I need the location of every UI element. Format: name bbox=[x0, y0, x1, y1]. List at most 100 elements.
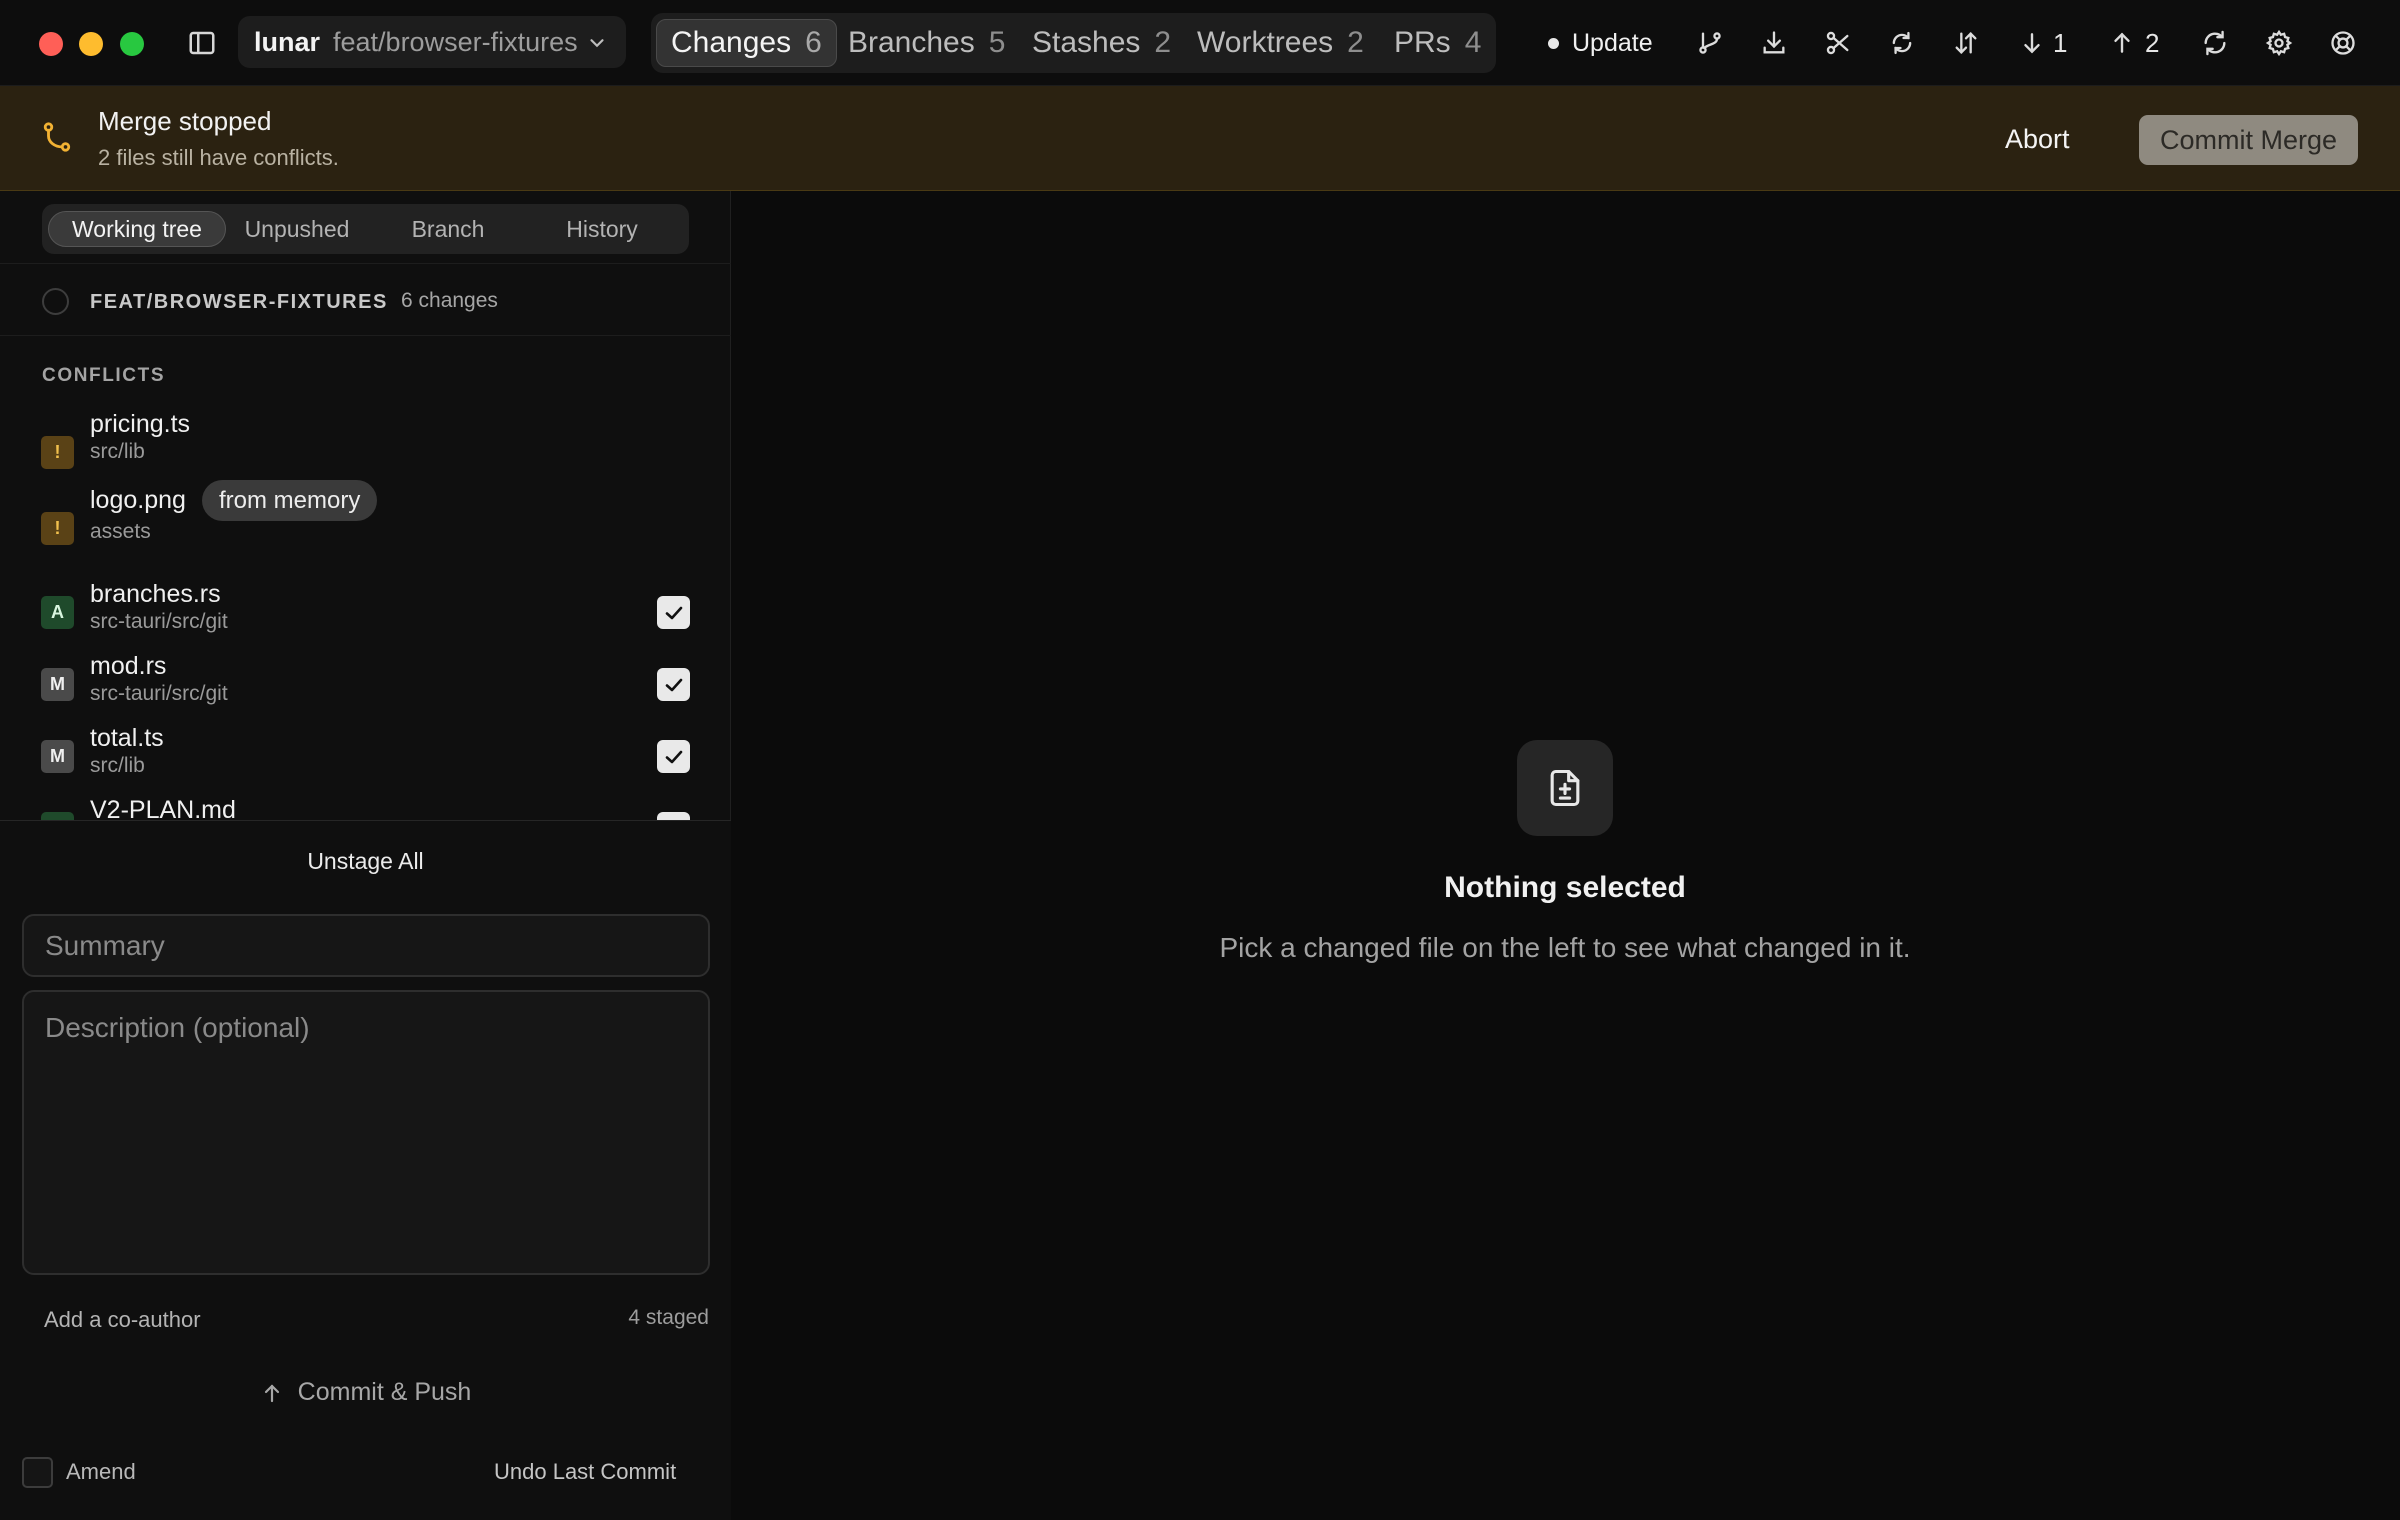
banner-title: Merge stopped bbox=[98, 106, 272, 136]
undo-last-commit-button[interactable]: Undo Last Commit bbox=[494, 1459, 676, 1485]
download-icon[interactable] bbox=[1756, 25, 1792, 61]
tab-count: 2 bbox=[1347, 26, 1364, 59]
arrow-down-icon[interactable] bbox=[2014, 25, 2050, 61]
arrow-up-icon bbox=[264, 1383, 279, 1402]
close-window-button[interactable] bbox=[39, 32, 63, 56]
tab-label: PRs bbox=[1394, 26, 1451, 59]
amend-label: Amend bbox=[66, 1459, 136, 1484]
tab-count: 5 bbox=[988, 26, 1006, 59]
tab-stashes[interactable]: Stashes 2 bbox=[1032, 19, 1171, 67]
repo-name: lunar bbox=[254, 26, 321, 57]
abort-merge-button[interactable]: Abort bbox=[2005, 117, 2070, 161]
view-tabs: Changes 6 Branches 5 Stashes 2 Worktrees 2 P… bbox=[651, 13, 1496, 73]
file-row-total-ts[interactable]: M total.ts src/lib bbox=[0, 724, 731, 784]
branch-icon[interactable] bbox=[1692, 25, 1728, 61]
merge-icon bbox=[40, 120, 76, 156]
tab-changes[interactable]: Changes 6 bbox=[656, 19, 837, 67]
chevron-down-icon bbox=[586, 30, 608, 61]
stage-checkbox[interactable] bbox=[657, 668, 690, 701]
sidebar-toggle-icon[interactable] bbox=[184, 25, 220, 61]
diff-pane bbox=[732, 191, 2400, 1520]
commit-merge-button[interactable]: Commit Merge bbox=[2139, 115, 2358, 165]
tab-label: Changes bbox=[671, 26, 792, 59]
commit-push-label: Commit & Push bbox=[297, 1378, 472, 1406]
modified-badge: M bbox=[41, 668, 74, 701]
stage-checkbox[interactable] bbox=[657, 812, 690, 820]
update-button[interactable]: Update bbox=[1548, 24, 1653, 62]
file-path: src/lib bbox=[90, 754, 145, 777]
file-path: src-tauri/src/git bbox=[90, 682, 228, 705]
file-row-v2-plan-md[interactable]: A V2-PLAN.md bbox=[0, 796, 731, 820]
description-input[interactable] bbox=[22, 990, 710, 1275]
tab-label: Stashes bbox=[1032, 26, 1141, 59]
conflict-badge: ! bbox=[41, 512, 74, 545]
file-row-logo-png[interactable]: ! logo.png from memory assets bbox=[0, 476, 731, 545]
title-bar: lunar feat/browser-fixtures Changes 6 Bra… bbox=[0, 0, 2400, 86]
swap-vertical-icon[interactable] bbox=[1948, 25, 1984, 61]
tab-count: 2 bbox=[1154, 26, 1172, 59]
tab-branches[interactable]: Branches 5 bbox=[848, 19, 1005, 67]
tab-label: Branches bbox=[848, 26, 975, 59]
banner-subtitle: 2 files still have conflicts. bbox=[98, 145, 339, 170]
file-path: src-tauri/src/git bbox=[90, 610, 228, 633]
commit-and-push-button[interactable]: Commit & Push bbox=[0, 1378, 731, 1407]
conflicts-heading: CONFLICTS bbox=[42, 365, 166, 386]
tab-label: Worktrees bbox=[1197, 26, 1334, 59]
file-name: branches.rs bbox=[90, 580, 221, 608]
tab-prs[interactable]: PRs 4 bbox=[1394, 19, 1481, 67]
update-label: Update bbox=[1572, 28, 1653, 57]
file-row-mod-rs[interactable]: M mod.rs src-tauri/src/git bbox=[0, 652, 731, 712]
file-name: pricing.ts bbox=[90, 410, 191, 438]
file-path: src/lib bbox=[90, 440, 145, 463]
current-branch: feat/browser-fixtures bbox=[333, 26, 578, 57]
segment-branch[interactable]: Branch bbox=[388, 211, 508, 247]
stage-checkbox[interactable] bbox=[657, 596, 690, 629]
help-lifebuoy-icon[interactable] bbox=[2325, 25, 2361, 61]
arrow-up-icon[interactable] bbox=[2104, 25, 2140, 61]
from-memory-chip: from memory bbox=[202, 480, 378, 521]
checkmark-icon bbox=[665, 606, 682, 619]
add-coauthor-link[interactable]: Add a co-author bbox=[44, 1307, 201, 1333]
file-name: V2-PLAN.md bbox=[90, 796, 236, 820]
stage-checkbox[interactable] bbox=[657, 740, 690, 773]
file-diff-icon bbox=[1517, 740, 1613, 836]
sync-icon[interactable] bbox=[1884, 25, 1920, 61]
amend-checkbox[interactable] bbox=[22, 1457, 53, 1488]
changed-files-list: ! pricing.ts src/lib ! logo.png from mem… bbox=[0, 400, 731, 820]
file-row-branches-rs[interactable]: A branches.rs src-tauri/src/git bbox=[0, 580, 731, 640]
empty-state-subtitle: Pick a changed file on the left to see w… bbox=[1219, 932, 1911, 963]
change-count: 6 changes bbox=[401, 289, 498, 312]
added-badge: A bbox=[41, 812, 74, 820]
segment-working-tree[interactable]: Working tree bbox=[48, 211, 226, 247]
file-name: total.ts bbox=[90, 724, 164, 752]
minimize-window-button[interactable] bbox=[79, 32, 103, 56]
tab-worktrees[interactable]: Worktrees 2 bbox=[1197, 19, 1364, 67]
staged-count: 4 staged bbox=[628, 1306, 709, 1329]
checkmark-icon bbox=[665, 750, 682, 763]
repo-branch-selector[interactable]: lunar feat/browser-fixtures bbox=[238, 16, 626, 68]
scope-segmented-control: Working tree Unpushed Branch History bbox=[42, 204, 689, 254]
segment-history[interactable]: History bbox=[542, 211, 662, 247]
select-all-radio[interactable] bbox=[42, 288, 69, 315]
gear-icon[interactable] bbox=[2261, 25, 2297, 61]
branch-name: FEAT/BROWSER-FIXTURES bbox=[90, 291, 388, 313]
file-name: logo.png bbox=[90, 486, 186, 514]
scissors-icon[interactable] bbox=[1820, 25, 1856, 61]
push-count: 2 bbox=[2145, 27, 2160, 58]
update-dot-icon bbox=[1548, 37, 1559, 49]
file-name: mod.rs bbox=[90, 652, 167, 680]
checkmark-icon bbox=[665, 678, 682, 691]
segment-unpushed[interactable]: Unpushed bbox=[234, 211, 360, 247]
modified-badge: M bbox=[41, 740, 74, 773]
zoom-window-button[interactable] bbox=[120, 32, 144, 56]
empty-state-title: Nothing selected bbox=[1444, 871, 1686, 904]
file-path: assets bbox=[90, 520, 151, 543]
branch-header-row: FEAT/BROWSER-FIXTURES 6 changes bbox=[0, 263, 731, 336]
conflict-badge: ! bbox=[41, 436, 74, 469]
file-row-pricing-ts[interactable]: ! pricing.ts src/lib bbox=[0, 400, 731, 469]
pull-count: 1 bbox=[2053, 27, 2068, 58]
tab-count: 4 bbox=[1464, 26, 1482, 59]
added-badge: A bbox=[41, 596, 74, 629]
refresh-icon[interactable] bbox=[2197, 25, 2233, 61]
tab-count: 6 bbox=[805, 26, 822, 59]
